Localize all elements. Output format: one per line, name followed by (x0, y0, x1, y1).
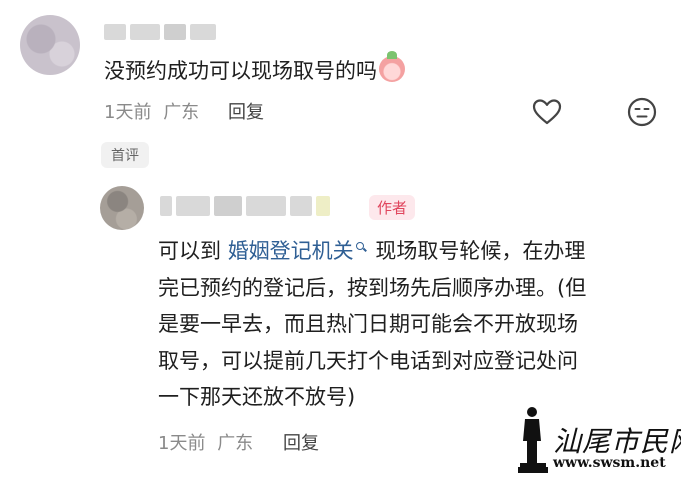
reply-text-part: 可以到 (158, 239, 228, 263)
watermark-figure-icon (518, 407, 548, 473)
reply-line: 一下那天还放不放号) (158, 385, 356, 409)
watermark-title: 汕尾市民网 (553, 425, 681, 458)
comment-time: 1天前 (104, 102, 152, 123)
heart-icon[interactable] (531, 96, 563, 128)
comment-text: 没预约成功可以现场取号的吗 (104, 51, 405, 85)
comment-location: 广东 (163, 102, 200, 123)
reply-text: 可以到 婚姻登记机关 现场取号轮候，在办理 完已预约的登记后，按到场先后顺序办理… (158, 233, 658, 416)
reply-button[interactable]: 回复 (228, 98, 264, 124)
reply-text-part: 现场取号轮候，在办理 (368, 239, 586, 263)
reply-location: 广东 (217, 433, 254, 454)
reply-meta: 1天前 广东 (158, 429, 253, 455)
reply-line: 是要一早去，而且热门日期可能会不开放现场 (158, 312, 578, 336)
first-comment-badge: 首评 (101, 142, 149, 168)
author-badge: 作者 (369, 195, 416, 220)
reply-line: 完已预约的登记后，按到场先后顺序办理。(但 (158, 275, 587, 300)
username-redacted[interactable] (160, 196, 350, 216)
username-redacted[interactable] (104, 24, 220, 40)
watermark-url: www.swsm.net (553, 455, 666, 471)
keyword-link[interactable]: 婚姻登记机关 (228, 239, 354, 263)
search-icon[interactable] (355, 242, 366, 252)
avatar[interactable] (100, 186, 144, 230)
reply-time: 1天前 (158, 433, 206, 454)
reply-button[interactable]: 回复 (283, 429, 319, 455)
neutral-face-icon[interactable] (626, 96, 658, 128)
reply-line: 取号，可以提前几天打个电话到对应登记处问 (158, 348, 578, 373)
comment-meta: 1天前 广东 (104, 98, 199, 124)
avatar[interactable] (20, 15, 80, 75)
crying-emoji-icon (379, 51, 405, 82)
